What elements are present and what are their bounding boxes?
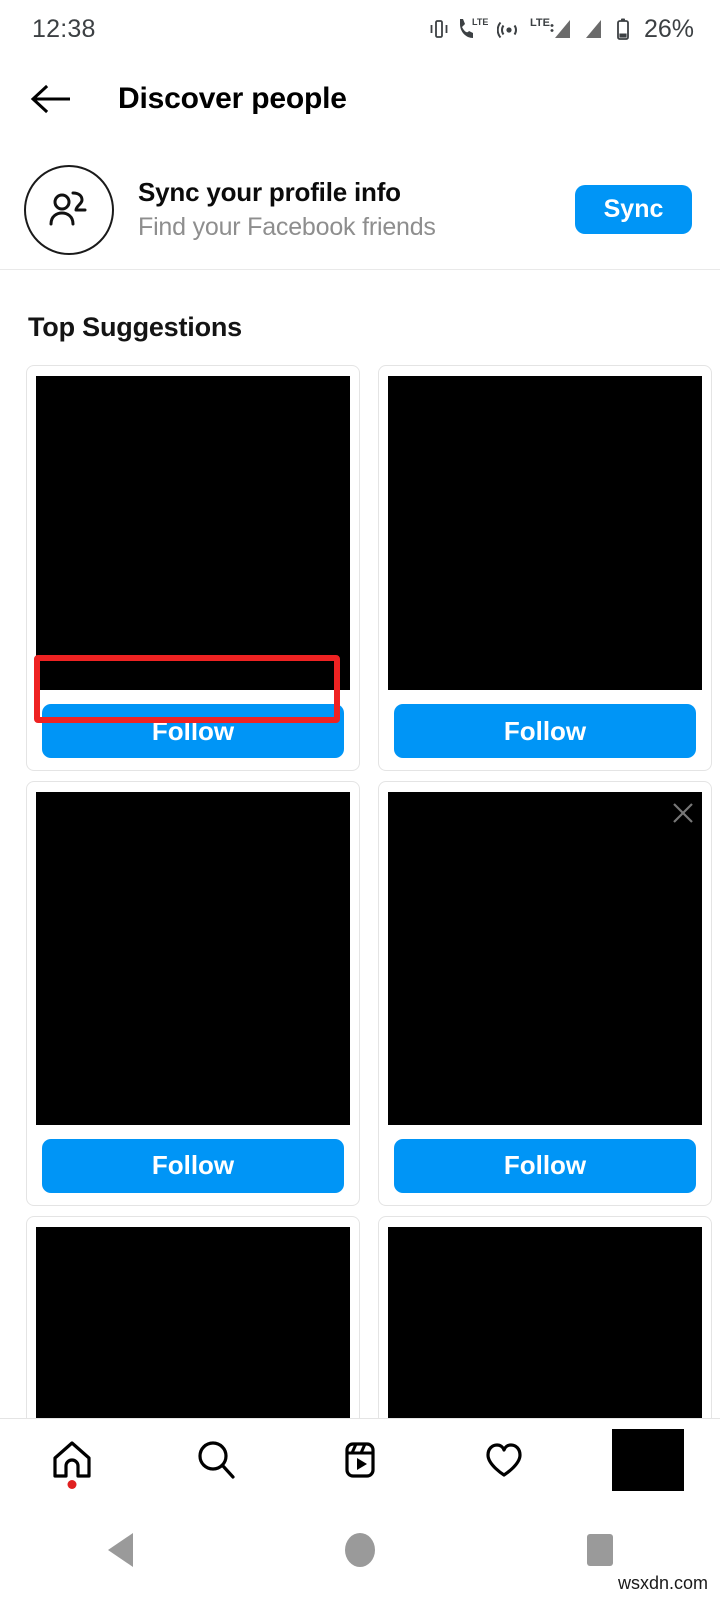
suggestion-card[interactable]: Follow [26,781,360,1206]
close-icon[interactable] [670,800,696,826]
home-notification-dot [67,1479,77,1489]
status-bar: 12:38 LTE LTE 26% [0,0,720,58]
suggestion-card[interactable]: Follow [26,365,360,771]
follow-button[interactable]: Follow [42,1138,344,1193]
sync-button[interactable]: Sync [575,185,692,234]
battery-icon [617,18,629,40]
sync-subtitle: Find your Facebook friends [138,212,436,241]
suggestion-avatar-redacted [36,376,350,690]
app-header: Discover people [0,58,720,140]
suggestions-scroll-area[interactable]: Follow Follow Follow Follow [0,360,720,1418]
android-back-button[interactable] [0,1500,240,1600]
svg-text:LTE: LTE [472,17,488,27]
vibrate-icon [430,20,448,38]
avatar-icon [612,1428,684,1491]
tab-home[interactable] [0,1419,144,1501]
follow-button[interactable]: Follow [394,704,696,758]
signal-icon [585,20,601,38]
android-home-button[interactable] [240,1500,480,1600]
home-icon [53,1440,91,1478]
suggestion-avatar-redacted [36,792,350,1125]
phone-screen: 12:38 LTE LTE 26% Discover people Sync y… [0,0,720,1600]
status-time: 12:38 [32,14,96,43]
lte-call-icon: LTE [459,17,488,38]
sync-text-block: Sync your profile info Find your Faceboo… [138,176,575,243]
suggestion-card[interactable] [378,1215,712,1418]
search-icon [198,1440,235,1479]
tab-search[interactable] [144,1419,288,1501]
arrow-left-icon [30,84,70,114]
hotspot-icon [496,21,517,39]
suggestion-card[interactable] [26,1215,360,1418]
reels-icon [345,1441,375,1478]
suggestion-avatar-redacted [388,1226,702,1418]
suggestion-card[interactable]: Follow [378,365,712,771]
sync-profile-row[interactable]: Sync your profile info Find your Faceboo… [0,150,720,270]
tab-activity[interactable] [432,1419,576,1501]
bottom-tab-bar [0,1418,720,1500]
svg-text:LTE: LTE [530,17,550,29]
lte-signal-icon: LTE [530,17,570,38]
suggestion-avatar-redacted [388,376,702,690]
tab-profile[interactable] [576,1419,720,1501]
sync-avatar [24,164,114,255]
back-button[interactable] [26,73,78,125]
suggestion-avatar-redacted [388,792,702,1125]
suggestions-grid: Follow Follow Follow Follow [0,360,720,1418]
back-triangle-icon [107,1533,133,1567]
page-title: Discover people [118,82,347,115]
follow-button[interactable]: Follow [42,704,344,758]
recents-square-icon [587,1534,613,1566]
suggestion-avatar-redacted [36,1226,350,1418]
people-icon [49,191,87,225]
status-icon-group: LTE LTE 26% [429,15,694,44]
follow-button[interactable]: Follow [394,1138,696,1193]
android-nav-bar [0,1500,720,1600]
tab-reels[interactable] [288,1419,432,1501]
sync-title: Sync your profile info [138,177,401,207]
suggestion-card[interactable]: Follow [378,781,712,1206]
battery-percentage: 26% [643,14,694,43]
section-title-top-suggestions: Top Suggestions [28,312,242,342]
heart-icon [486,1442,522,1477]
home-circle-icon [345,1533,375,1567]
watermark: wsxdn.com [617,1573,708,1593]
